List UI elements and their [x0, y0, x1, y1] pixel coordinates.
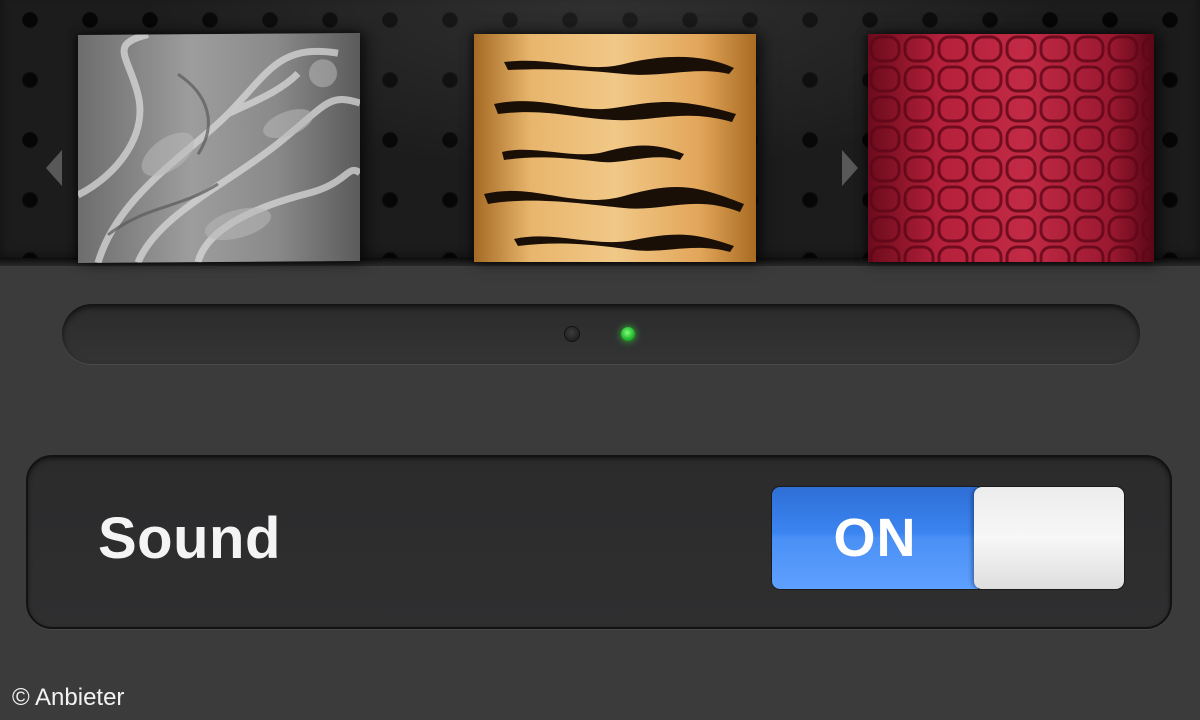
toggle-thumb[interactable]: [974, 487, 1124, 589]
page-indicator-track: [62, 304, 1140, 364]
image-credit: © Anbieter: [12, 684, 125, 711]
theme-cover-paisley[interactable]: [78, 33, 360, 263]
theme-cover-tiger[interactable]: [474, 34, 756, 262]
carousel-left-arrow-icon[interactable]: [46, 150, 62, 186]
toggle-on-text: ON: [833, 508, 917, 568]
page-dot-2-active[interactable]: [621, 327, 635, 341]
carousel-right-arrow-icon[interactable]: [842, 150, 858, 186]
sound-toggle-switch[interactable]: ON: [772, 487, 1124, 589]
theme-cover-crocodile[interactable]: [868, 34, 1154, 262]
tiger-pattern: [484, 56, 744, 252]
settings-screen: Sound ON © Anbieter: [0, 0, 1200, 720]
crocodile-pattern: [868, 34, 1154, 262]
paisley-pattern: [78, 33, 360, 263]
page-dot-1[interactable]: [565, 327, 579, 341]
sound-label: Sound: [98, 506, 281, 571]
